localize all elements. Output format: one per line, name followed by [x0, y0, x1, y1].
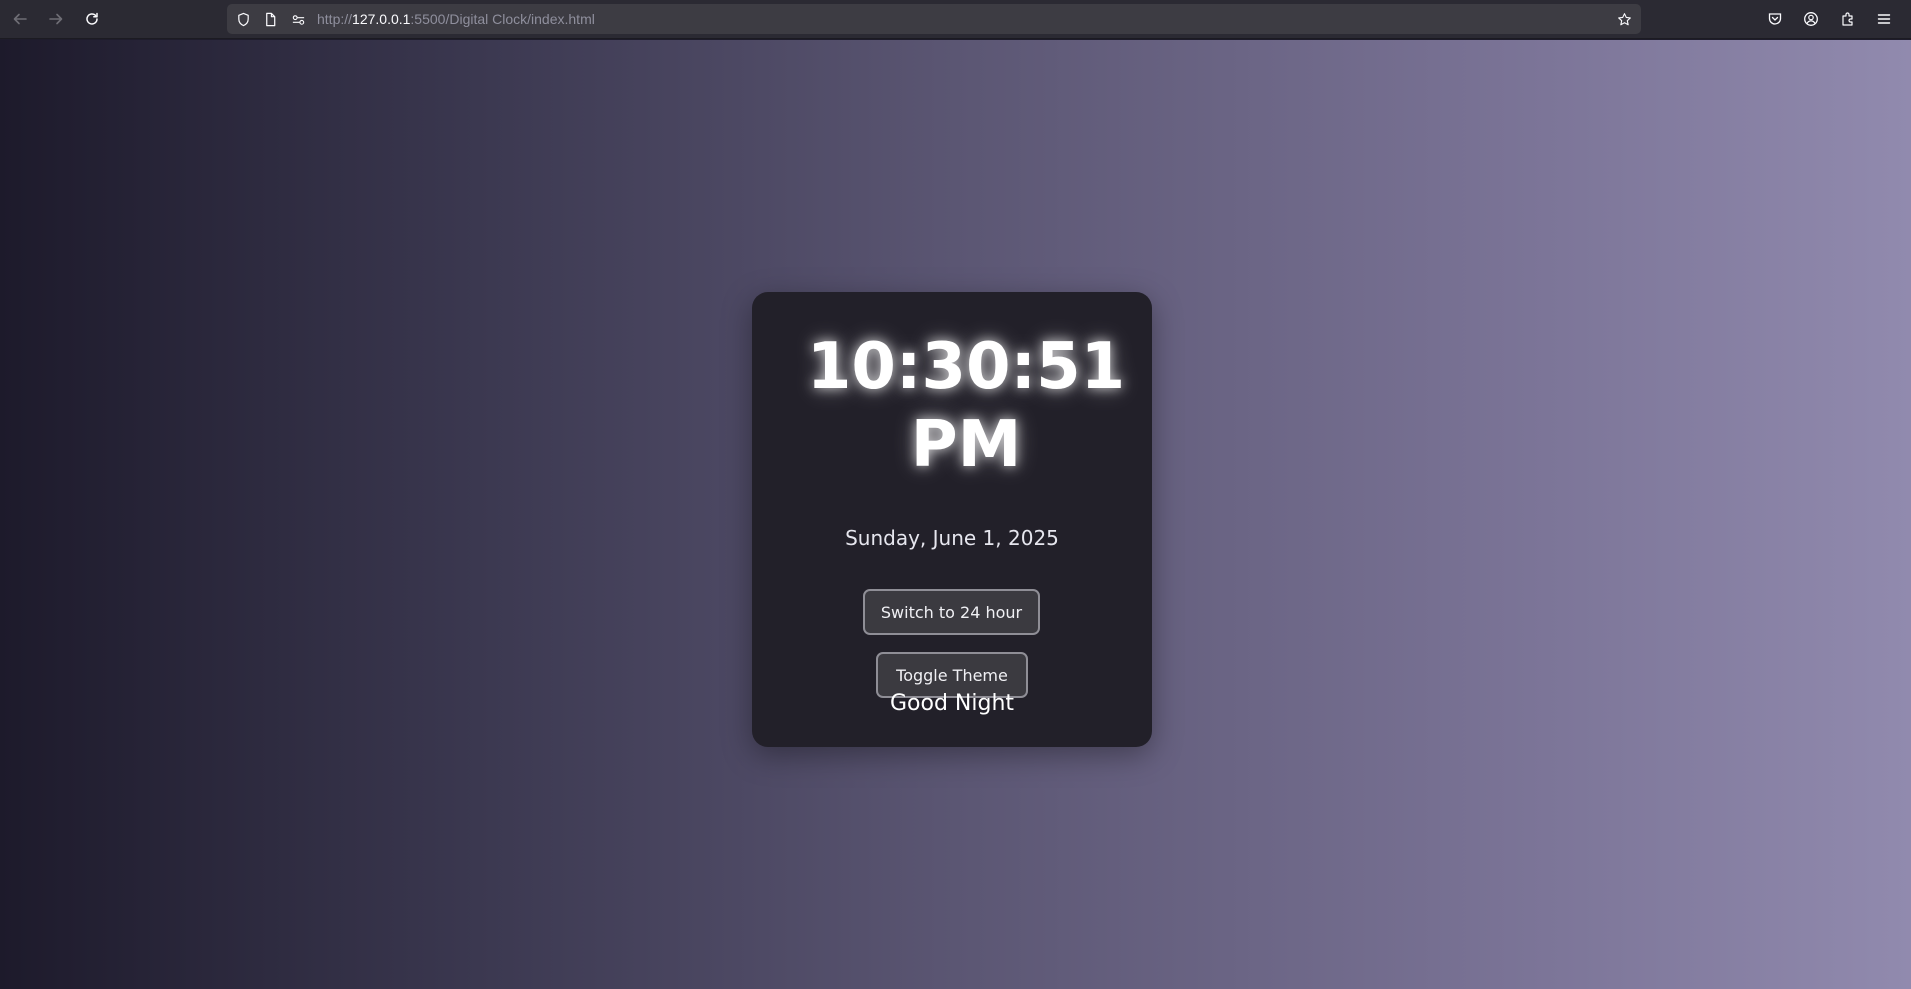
account-icon[interactable]: [1800, 8, 1822, 30]
switch-format-button[interactable]: Switch to 24 hour: [863, 589, 1040, 635]
url-bar[interactable]: http://127.0.0.1:5500/Digital Clock/inde…: [227, 4, 1641, 34]
bookmark-star-icon[interactable]: [1616, 11, 1632, 27]
extensions-icon[interactable]: [1837, 8, 1859, 30]
url-prefix: http://: [317, 11, 353, 27]
page-icon[interactable]: [262, 11, 278, 27]
reload-icon[interactable]: [79, 6, 105, 32]
menu-icon[interactable]: [1873, 8, 1895, 30]
url-host: 127.0.0.1: [352, 11, 411, 27]
url-path: :5500/Digital Clock/index.html: [410, 11, 595, 27]
url-text[interactable]: http://127.0.0.1:5500/Digital Clock/inde…: [317, 11, 595, 27]
browser-toolbar: http://127.0.0.1:5500/Digital Clock/inde…: [0, 0, 1911, 39]
clock-date: Sunday, June 1, 2025: [845, 526, 1059, 550]
permissions-icon[interactable]: [290, 11, 306, 27]
clock-card: 10:30:51 PM Sunday, June 1, 2025 Switch …: [752, 292, 1152, 747]
page-background: 10:30:51 PM Sunday, June 1, 2025 Switch …: [0, 40, 1911, 989]
clock-time: 10:30:51 PM: [806, 330, 1126, 482]
shield-icon[interactable]: [235, 11, 251, 27]
forward-icon[interactable]: [43, 6, 69, 32]
greeting-text: Good Night: [889, 691, 1015, 716]
pocket-icon[interactable]: [1764, 8, 1786, 30]
back-icon[interactable]: [7, 6, 33, 32]
